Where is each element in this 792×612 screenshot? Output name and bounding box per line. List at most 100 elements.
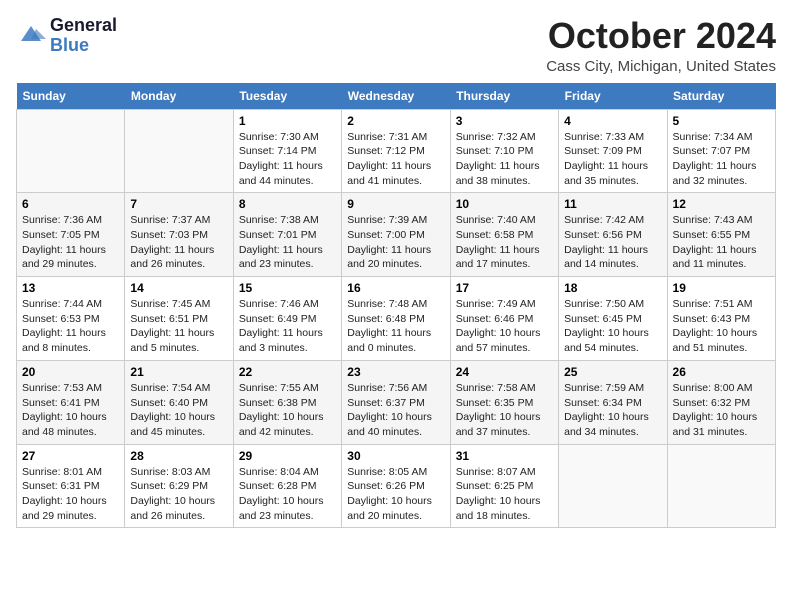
day-info: Sunrise: 7:51 AM Sunset: 6:43 PM Dayligh… [673, 297, 770, 356]
calendar-cell: 13 Sunrise: 7:44 AM Sunset: 6:53 PM Dayli… [17, 277, 125, 361]
calendar-cell: 25Sunrise: 7:59 AM Sunset: 6:34 PM Dayli… [559, 360, 667, 444]
calendar-cell: 12Sunrise: 7:43 AM Sunset: 6:55 PM Dayli… [667, 193, 775, 277]
day-info: Sunrise: 7:38 AM Sunset: 7:01 PM Dayligh… [239, 213, 336, 272]
day-info: Sunrise: 7:53 AM Sunset: 6:41 PM Dayligh… [22, 381, 119, 440]
day-number: 17 [456, 281, 553, 295]
calendar-cell: 17 Sunrise: 7:49 AM Sunset: 6:46 PM Dayli… [450, 277, 558, 361]
calendar-cell: 21 Sunrise: 7:54 AM Sunset: 6:40 PM Dayli… [125, 360, 233, 444]
day-info: Sunrise: 7:32 AM Sunset: 7:10 PM Dayligh… [456, 130, 553, 189]
day-info: Sunrise: 7:36 AM Sunset: 7:05 PM Dayligh… [22, 213, 119, 272]
calendar-cell: 31 Sunrise: 8:07 AM Sunset: 6:25 PM Dayli… [450, 444, 558, 528]
calendar-cell: 2 Sunrise: 7:31 AM Sunset: 7:12 PM Daylig… [342, 109, 450, 193]
title-block: October 2024 Cass City, Michigan, United… [546, 16, 776, 75]
calendar-cell [125, 109, 233, 193]
day-number: 22 [239, 365, 336, 379]
day-number: 23 [347, 365, 444, 379]
day-number: 15 [239, 281, 336, 295]
calendar-week-row: 13 Sunrise: 7:44 AM Sunset: 6:53 PM Dayli… [17, 277, 776, 361]
calendar-cell: 27 Sunrise: 8:01 AM Sunset: 6:31 PM Dayli… [17, 444, 125, 528]
day-info: Sunrise: 8:07 AM Sunset: 6:25 PM Dayligh… [456, 465, 553, 524]
day-number: 25 [564, 365, 661, 379]
calendar-cell: 22 Sunrise: 7:55 AM Sunset: 6:38 PM Dayli… [233, 360, 341, 444]
day-number: 27 [22, 449, 119, 463]
calendar-week-row: 6Sunrise: 7:36 AM Sunset: 7:05 PM Daylig… [17, 193, 776, 277]
calendar-cell: 30Sunrise: 8:05 AM Sunset: 6:26 PM Dayli… [342, 444, 450, 528]
weekday-header: Monday [125, 83, 233, 110]
calendar-cell: 7 Sunrise: 7:37 AM Sunset: 7:03 PM Daylig… [125, 193, 233, 277]
calendar-cell: 5 Sunrise: 7:34 AM Sunset: 7:07 PM Daylig… [667, 109, 775, 193]
calendar-cell [559, 444, 667, 528]
day-info: Sunrise: 7:33 AM Sunset: 7:09 PM Dayligh… [564, 130, 661, 189]
day-number: 2 [347, 114, 444, 128]
calendar-cell: 29 Sunrise: 8:04 AM Sunset: 6:28 PM Dayli… [233, 444, 341, 528]
weekday-header: Thursday [450, 83, 558, 110]
day-number: 9 [347, 197, 444, 211]
weekday-header: Sunday [17, 83, 125, 110]
calendar-cell: 1 Sunrise: 7:30 AM Sunset: 7:14 PM Daylig… [233, 109, 341, 193]
calendar-cell: 11 Sunrise: 7:42 AM Sunset: 6:56 PM Dayli… [559, 193, 667, 277]
day-number: 8 [239, 197, 336, 211]
day-info: Sunrise: 7:45 AM Sunset: 6:51 PM Dayligh… [130, 297, 227, 356]
calendar-cell: 19Sunrise: 7:51 AM Sunset: 6:43 PM Dayli… [667, 277, 775, 361]
calendar-cell: 8 Sunrise: 7:38 AM Sunset: 7:01 PM Daylig… [233, 193, 341, 277]
day-number: 21 [130, 365, 227, 379]
weekday-header: Wednesday [342, 83, 450, 110]
location: Cass City, Michigan, United States [546, 58, 776, 75]
day-info: Sunrise: 8:00 AM Sunset: 6:32 PM Dayligh… [673, 381, 770, 440]
day-number: 1 [239, 114, 336, 128]
day-number: 13 [22, 281, 119, 295]
day-number: 14 [130, 281, 227, 295]
calendar-cell: 14 Sunrise: 7:45 AM Sunset: 6:51 PM Dayli… [125, 277, 233, 361]
logo: General Blue [16, 16, 117, 56]
day-number: 10 [456, 197, 553, 211]
day-info: Sunrise: 8:03 AM Sunset: 6:29 PM Dayligh… [130, 465, 227, 524]
page-header: General Blue October 2024 Cass City, Mic… [16, 16, 776, 75]
day-number: 20 [22, 365, 119, 379]
calendar-cell: 9Sunrise: 7:39 AM Sunset: 7:00 PM Daylig… [342, 193, 450, 277]
weekday-header: Saturday [667, 83, 775, 110]
calendar-cell: 10Sunrise: 7:40 AM Sunset: 6:58 PM Dayli… [450, 193, 558, 277]
day-info: Sunrise: 7:34 AM Sunset: 7:07 PM Dayligh… [673, 130, 770, 189]
calendar-week-row: 1 Sunrise: 7:30 AM Sunset: 7:14 PM Daylig… [17, 109, 776, 193]
day-info: Sunrise: 7:49 AM Sunset: 6:46 PM Dayligh… [456, 297, 553, 356]
day-info: Sunrise: 7:55 AM Sunset: 6:38 PM Dayligh… [239, 381, 336, 440]
day-number: 31 [456, 449, 553, 463]
calendar-cell: 6Sunrise: 7:36 AM Sunset: 7:05 PM Daylig… [17, 193, 125, 277]
day-info: Sunrise: 7:30 AM Sunset: 7:14 PM Dayligh… [239, 130, 336, 189]
day-number: 11 [564, 197, 661, 211]
weekday-header: Friday [559, 83, 667, 110]
day-info: Sunrise: 7:48 AM Sunset: 6:48 PM Dayligh… [347, 297, 444, 356]
day-number: 24 [456, 365, 553, 379]
day-info: Sunrise: 7:54 AM Sunset: 6:40 PM Dayligh… [130, 381, 227, 440]
day-info: Sunrise: 7:50 AM Sunset: 6:45 PM Dayligh… [564, 297, 661, 356]
day-number: 5 [673, 114, 770, 128]
day-number: 12 [673, 197, 770, 211]
calendar-cell: 15Sunrise: 7:46 AM Sunset: 6:49 PM Dayli… [233, 277, 341, 361]
day-number: 3 [456, 114, 553, 128]
weekday-header-row: SundayMondayTuesdayWednesdayThursdayFrid… [17, 83, 776, 110]
day-info: Sunrise: 7:37 AM Sunset: 7:03 PM Dayligh… [130, 213, 227, 272]
day-info: Sunrise: 7:56 AM Sunset: 6:37 PM Dayligh… [347, 381, 444, 440]
day-number: 30 [347, 449, 444, 463]
calendar-cell: 20 Sunrise: 7:53 AM Sunset: 6:41 PM Dayli… [17, 360, 125, 444]
calendar-cell: 16 Sunrise: 7:48 AM Sunset: 6:48 PM Dayli… [342, 277, 450, 361]
calendar-cell: 26Sunrise: 8:00 AM Sunset: 6:32 PM Dayli… [667, 360, 775, 444]
calendar-cell: 4Sunrise: 7:33 AM Sunset: 7:09 PM Daylig… [559, 109, 667, 193]
month-title: October 2024 [546, 16, 776, 56]
calendar-cell: 23 Sunrise: 7:56 AM Sunset: 6:37 PM Dayli… [342, 360, 450, 444]
day-info: Sunrise: 8:01 AM Sunset: 6:31 PM Dayligh… [22, 465, 119, 524]
day-info: Sunrise: 7:31 AM Sunset: 7:12 PM Dayligh… [347, 130, 444, 189]
day-number: 7 [130, 197, 227, 211]
day-info: Sunrise: 7:44 AM Sunset: 6:53 PM Dayligh… [22, 297, 119, 356]
calendar-cell: 18Sunrise: 7:50 AM Sunset: 6:45 PM Dayli… [559, 277, 667, 361]
day-number: 16 [347, 281, 444, 295]
day-info: Sunrise: 7:58 AM Sunset: 6:35 PM Dayligh… [456, 381, 553, 440]
day-number: 29 [239, 449, 336, 463]
calendar-cell: 24 Sunrise: 7:58 AM Sunset: 6:35 PM Dayli… [450, 360, 558, 444]
logo-icon [16, 21, 46, 51]
day-info: Sunrise: 8:04 AM Sunset: 6:28 PM Dayligh… [239, 465, 336, 524]
logo-text: General Blue [50, 16, 117, 56]
day-info: Sunrise: 7:42 AM Sunset: 6:56 PM Dayligh… [564, 213, 661, 272]
day-number: 28 [130, 449, 227, 463]
calendar-week-row: 20 Sunrise: 7:53 AM Sunset: 6:41 PM Dayli… [17, 360, 776, 444]
